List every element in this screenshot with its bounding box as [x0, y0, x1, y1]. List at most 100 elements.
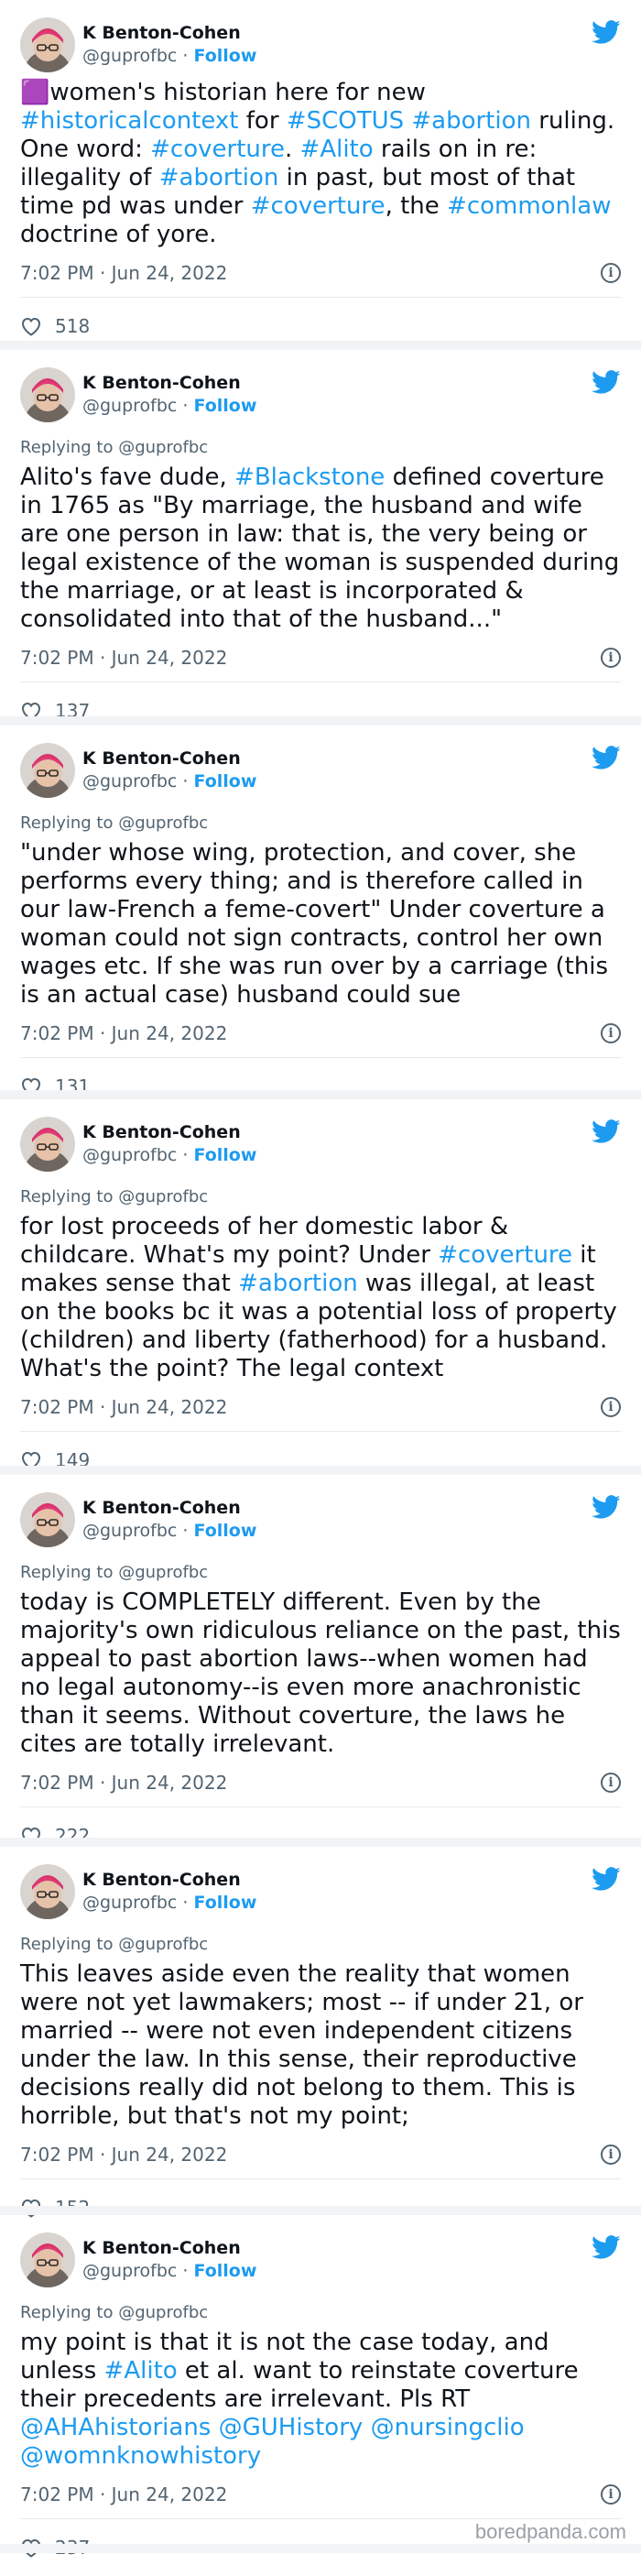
info-icon[interactable]: i	[601, 1023, 621, 1043]
avatar[interactable]	[20, 1117, 75, 1172]
author-handle[interactable]: @guprofbc	[82, 46, 177, 66]
avatar[interactable]	[20, 17, 75, 72]
replying-to[interactable]: Replying to @guprofbc	[20, 2303, 621, 2323]
author-handle[interactable]: @guprofbc	[82, 396, 177, 416]
tweet-text: "under whose wing, protection, and cover…	[20, 839, 609, 1009]
author-handle[interactable]: @guprofbc	[82, 1893, 177, 1913]
info-icon[interactable]: i	[601, 648, 621, 668]
author-name[interactable]: K Benton-Cohen	[82, 748, 256, 770]
hashtag-link[interactable]: #coverture	[438, 1241, 572, 1269]
follow-button[interactable]: Follow	[194, 771, 257, 791]
hashtag-link[interactable]: #abortion	[159, 164, 279, 191]
avatar[interactable]	[20, 2232, 75, 2287]
author-names: K Benton-Cohen @guprofbc · Follow	[82, 22, 256, 67]
author-name[interactable]: K Benton-Cohen	[82, 1121, 256, 1144]
author-names: K Benton-Cohen @guprofbc · Follow	[82, 1121, 256, 1166]
replying-to[interactable]: Replying to @guprofbc	[20, 1187, 621, 1207]
tweet[interactable]: K Benton-Cohen @guprofbc · Follow Replying…	[0, 1847, 641, 2219]
tweet-separator	[0, 2206, 641, 2215]
timestamp[interactable]: 7:02 PM · Jun 24, 2022	[20, 262, 227, 284]
twitter-bird-icon[interactable]	[592, 2235, 621, 2261]
hashtag-link[interactable]: #Alito	[300, 136, 374, 163]
hashtag-link[interactable]: #abortion	[238, 1270, 358, 1297]
replying-to[interactable]: Replying to @guprofbc	[20, 1563, 621, 1583]
twitter-bird-icon[interactable]	[592, 20, 621, 46]
author-handle[interactable]: @guprofbc	[82, 2261, 177, 2281]
hashtag-link[interactable]: #historicalcontext	[20, 107, 239, 135]
tweet-header: K Benton-Cohen @guprofbc · Follow	[20, 1863, 621, 1920]
hashtag-link[interactable]: @GUHistory	[219, 2414, 364, 2441]
timestamp[interactable]: 7:02 PM · Jun 24, 2022	[20, 1396, 227, 1418]
avatar[interactable]	[20, 1864, 75, 1919]
tweet[interactable]: K Benton-Cohen @guprofbc · Follow 🟪women's…	[0, 0, 641, 350]
author-name[interactable]: K Benton-Cohen	[82, 1869, 256, 1892]
author-handle[interactable]: @guprofbc	[82, 1145, 177, 1165]
tweet-text: for	[238, 107, 287, 135]
follow-button[interactable]: Follow	[194, 1893, 257, 1913]
timestamp[interactable]: 7:02 PM · Jun 24, 2022	[20, 647, 227, 669]
author-name[interactable]: K Benton-Cohen	[82, 372, 256, 395]
replying-to[interactable]: Replying to @guprofbc	[20, 438, 621, 458]
timestamp[interactable]: 7:02 PM · Jun 24, 2022	[20, 1022, 227, 1044]
follow-button[interactable]: Follow	[194, 396, 257, 416]
hashtag-link[interactable]: #Blackstone	[234, 464, 385, 491]
avatar[interactable]	[20, 743, 75, 798]
replying-to[interactable]: Replying to @guprofbc	[20, 813, 621, 834]
avatar[interactable]	[20, 367, 75, 422]
author-names: K Benton-Cohen @guprofbc · Follow	[82, 1869, 256, 1914]
twitter-bird-icon[interactable]	[592, 1867, 621, 1893]
heart-icon[interactable]	[20, 316, 42, 336]
tweet[interactable]: K Benton-Cohen @guprofbc · Follow Replying…	[0, 1099, 641, 1475]
tweet-text: doctrine of yore.	[20, 221, 217, 248]
tweet[interactable]: K Benton-Cohen @guprofbc · Follow Replying…	[0, 2215, 641, 2559]
author-names: K Benton-Cohen @guprofbc · Follow	[82, 748, 256, 792]
avatar[interactable]	[20, 1492, 75, 1547]
twitter-bird-icon[interactable]	[592, 746, 621, 771]
author-name[interactable]: K Benton-Cohen	[82, 2237, 256, 2260]
follow-button[interactable]: Follow	[194, 2261, 257, 2281]
hashtag-link[interactable]: #coverture	[251, 192, 386, 220]
replying-to[interactable]: Replying to @guprofbc	[20, 1935, 621, 1955]
twitter-bird-icon[interactable]	[592, 1495, 621, 1521]
boredpanda-watermark: boredpanda.com	[474, 2520, 626, 2543]
info-icon[interactable]: i	[601, 1773, 621, 1793]
tweet[interactable]: K Benton-Cohen @guprofbc · Follow Replying…	[0, 726, 641, 1099]
hashtag-link[interactable]: #Alito	[104, 2357, 178, 2385]
info-icon[interactable]: i	[601, 2145, 621, 2165]
hashtag-link[interactable]: @nursingclio	[371, 2414, 525, 2441]
hashtag-link[interactable]: #coverture	[150, 136, 285, 163]
tweet-meta: 7:02 PM · Jun 24, 2022 i	[20, 2483, 621, 2519]
twitter-bird-icon[interactable]	[592, 1119, 621, 1145]
info-icon[interactable]: i	[601, 1397, 621, 1417]
tweet-header: K Benton-Cohen @guprofbc · Follow	[20, 1491, 621, 1548]
tweet-body: Alito's fave dude, #Blackstone defined c…	[20, 464, 621, 634]
timestamp[interactable]: 7:02 PM · Jun 24, 2022	[20, 2144, 227, 2166]
hashtag-link[interactable]: @AHAhistorians	[20, 2414, 211, 2441]
tweet-header: K Benton-Cohen @guprofbc · Follow	[20, 16, 621, 73]
hashtag-link[interactable]: #SCOTUS	[287, 107, 404, 135]
follow-button[interactable]: Follow	[194, 46, 257, 66]
tweet[interactable]: K Benton-Cohen @guprofbc · Follow Replying…	[0, 1475, 641, 1847]
tweet-body: 🟪women's historian here for new #histori…	[20, 79, 621, 249]
twitter-bird-icon[interactable]	[592, 370, 621, 396]
author-handle[interactable]: @guprofbc	[82, 1521, 177, 1541]
author-handle-line: @guprofbc · Follow	[82, 1893, 257, 1913]
hashtag-link[interactable]: #commonlaw	[447, 192, 611, 220]
info-icon[interactable]: i	[601, 2484, 621, 2505]
timestamp[interactable]: 7:02 PM · Jun 24, 2022	[20, 2483, 227, 2505]
tweet-body: "under whose wing, protection, and cover…	[20, 839, 621, 1010]
author-name[interactable]: K Benton-Cohen	[82, 1497, 256, 1520]
author-handle[interactable]: @guprofbc	[82, 771, 177, 791]
follow-button[interactable]: Follow	[194, 1145, 257, 1165]
tweet-text: .	[285, 136, 300, 163]
info-icon[interactable]: i	[601, 263, 621, 283]
tweet-text: This leaves aside even the reality that …	[20, 1960, 583, 2130]
tweet-body: my point is that it is not the case toda…	[20, 2329, 621, 2471]
hashtag-link[interactable]: @womnknowhistory	[20, 2442, 261, 2470]
timestamp[interactable]: 7:02 PM · Jun 24, 2022	[20, 1772, 227, 1794]
tweet[interactable]: K Benton-Cohen @guprofbc · Follow Replying…	[0, 350, 641, 726]
author-names: K Benton-Cohen @guprofbc · Follow	[82, 372, 256, 417]
author-name[interactable]: K Benton-Cohen	[82, 22, 256, 45]
follow-button[interactable]: Follow	[194, 1521, 257, 1541]
hashtag-link[interactable]: #abortion	[411, 107, 531, 135]
